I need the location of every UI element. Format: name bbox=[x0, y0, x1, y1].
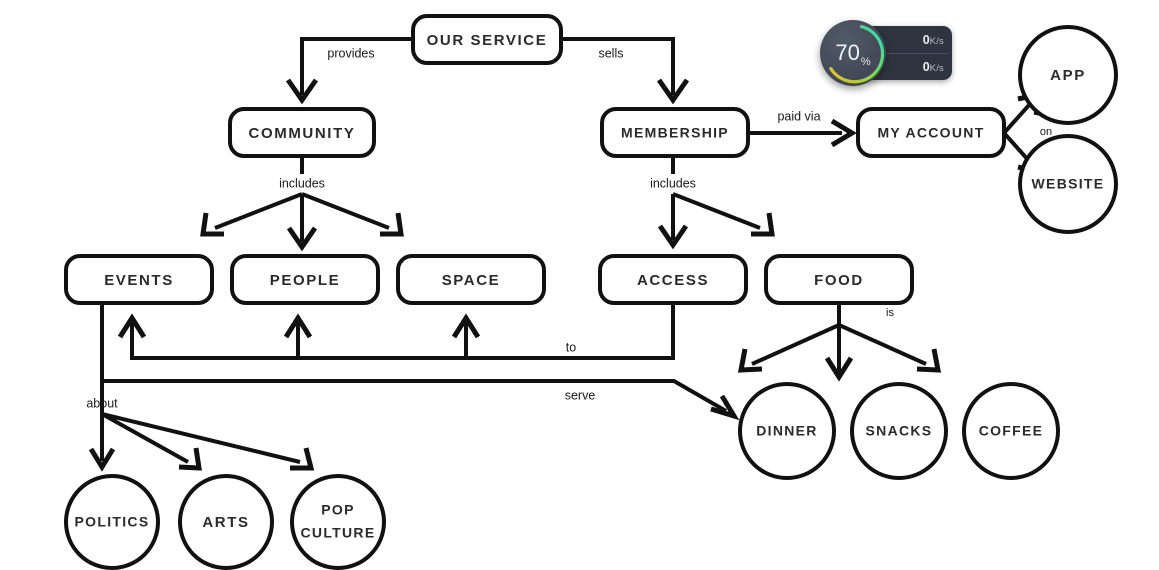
upload-number: 0 bbox=[922, 32, 930, 47]
node-events[interactable]: EVENTS bbox=[64, 254, 214, 305]
edge-label-food-is: is bbox=[886, 307, 894, 319]
node-snacks[interactable]: SNACKS bbox=[850, 382, 948, 480]
node-people[interactable]: PEOPLE bbox=[230, 254, 380, 305]
node-label-dinner: DINNER bbox=[756, 423, 817, 439]
edge-label-events-serve: serve bbox=[565, 388, 596, 402]
edge-label-access-to: to bbox=[566, 340, 576, 354]
edge-access-to bbox=[117, 303, 675, 360]
download-unit: K/s bbox=[929, 62, 944, 74]
node-label-pop-culture-line2: CULTURE bbox=[301, 525, 376, 541]
edge-events-about bbox=[88, 381, 315, 472]
edge-label-provides: provides bbox=[327, 46, 374, 60]
edge-sells bbox=[561, 37, 690, 105]
node-food[interactable]: FOOD bbox=[764, 254, 914, 305]
node-label-pop-culture-line1: POP bbox=[321, 502, 354, 518]
edge-label-community-includes: includes bbox=[279, 176, 325, 190]
cpu-percent-readout: 70% bbox=[818, 18, 888, 88]
upload-value: 0K/s bbox=[886, 33, 952, 47]
node-label-our-service: OUR SERVICE bbox=[427, 32, 548, 49]
node-label-app: APP bbox=[1050, 67, 1086, 84]
edge-label-events-about: about bbox=[86, 396, 118, 410]
node-membership[interactable]: MEMBERSHIP bbox=[600, 107, 750, 158]
edge-label-sells: sells bbox=[598, 46, 623, 60]
node-pop-culture[interactable]: POP CULTURE bbox=[290, 474, 386, 570]
node-access[interactable]: ACCESS bbox=[598, 254, 748, 305]
concept-map-svg: OUR SERVICE COMMUNITY MEMBERSHIP MY ACCO… bbox=[64, 14, 1118, 570]
node-label-community: COMMUNITY bbox=[249, 125, 356, 142]
node-label-politics: POLITICS bbox=[75, 514, 150, 530]
node-label-people: PEOPLE bbox=[270, 272, 340, 289]
node-label-membership: MEMBERSHIP bbox=[621, 125, 729, 141]
cpu-percent-number: 70 bbox=[835, 40, 860, 65]
node-label-my-account: MY ACCOUNT bbox=[877, 125, 984, 141]
node-label-food: FOOD bbox=[814, 272, 864, 289]
edge-food-is bbox=[737, 303, 942, 382]
edge-membership-includes bbox=[657, 156, 775, 250]
node-arts[interactable]: ARTS bbox=[178, 474, 274, 570]
edge-label-paid-via: paid via bbox=[777, 109, 820, 123]
diagram-canvas: OUR SERVICE COMMUNITY MEMBERSHIP MY ACCO… bbox=[0, 0, 1159, 570]
node-label-events: EVENTS bbox=[104, 272, 174, 289]
node-website[interactable]: WEBSITE bbox=[1018, 134, 1118, 234]
edge-paid-via bbox=[748, 118, 857, 148]
download-number: 0 bbox=[922, 59, 930, 74]
node-community[interactable]: COMMUNITY bbox=[228, 107, 376, 158]
node-coffee[interactable]: COFFEE bbox=[962, 382, 1060, 480]
node-label-access: ACCESS bbox=[637, 272, 709, 289]
node-label-space: SPACE bbox=[442, 272, 501, 289]
node-label-snacks: SNACKS bbox=[866, 423, 933, 439]
node-our-service[interactable]: OUR SERVICE bbox=[411, 14, 563, 65]
cpu-gauge[interactable]: 70% bbox=[818, 18, 888, 88]
node-label-website: WEBSITE bbox=[1032, 176, 1105, 192]
node-dinner[interactable]: DINNER bbox=[738, 382, 836, 480]
node-label-arts: ARTS bbox=[202, 514, 249, 531]
upload-unit: K/s bbox=[929, 35, 944, 47]
node-label-coffee: COFFEE bbox=[979, 423, 1044, 439]
edge-label-on: on bbox=[1040, 126, 1052, 138]
node-politics[interactable]: POLITICS bbox=[64, 474, 160, 570]
node-space[interactable]: SPACE bbox=[396, 254, 546, 305]
edge-community-includes bbox=[200, 156, 404, 252]
download-value: 0K/s bbox=[886, 60, 952, 74]
cpu-percent-symbol: % bbox=[860, 56, 871, 68]
node-my-account[interactable]: MY ACCOUNT bbox=[856, 107, 1006, 158]
node-app[interactable]: APP bbox=[1018, 25, 1118, 125]
edge-label-membership-includes: includes bbox=[650, 176, 696, 190]
system-monitor-widget[interactable]: ▲ 0K/s ▼ 0K/s 70% bbox=[818, 18, 954, 88]
